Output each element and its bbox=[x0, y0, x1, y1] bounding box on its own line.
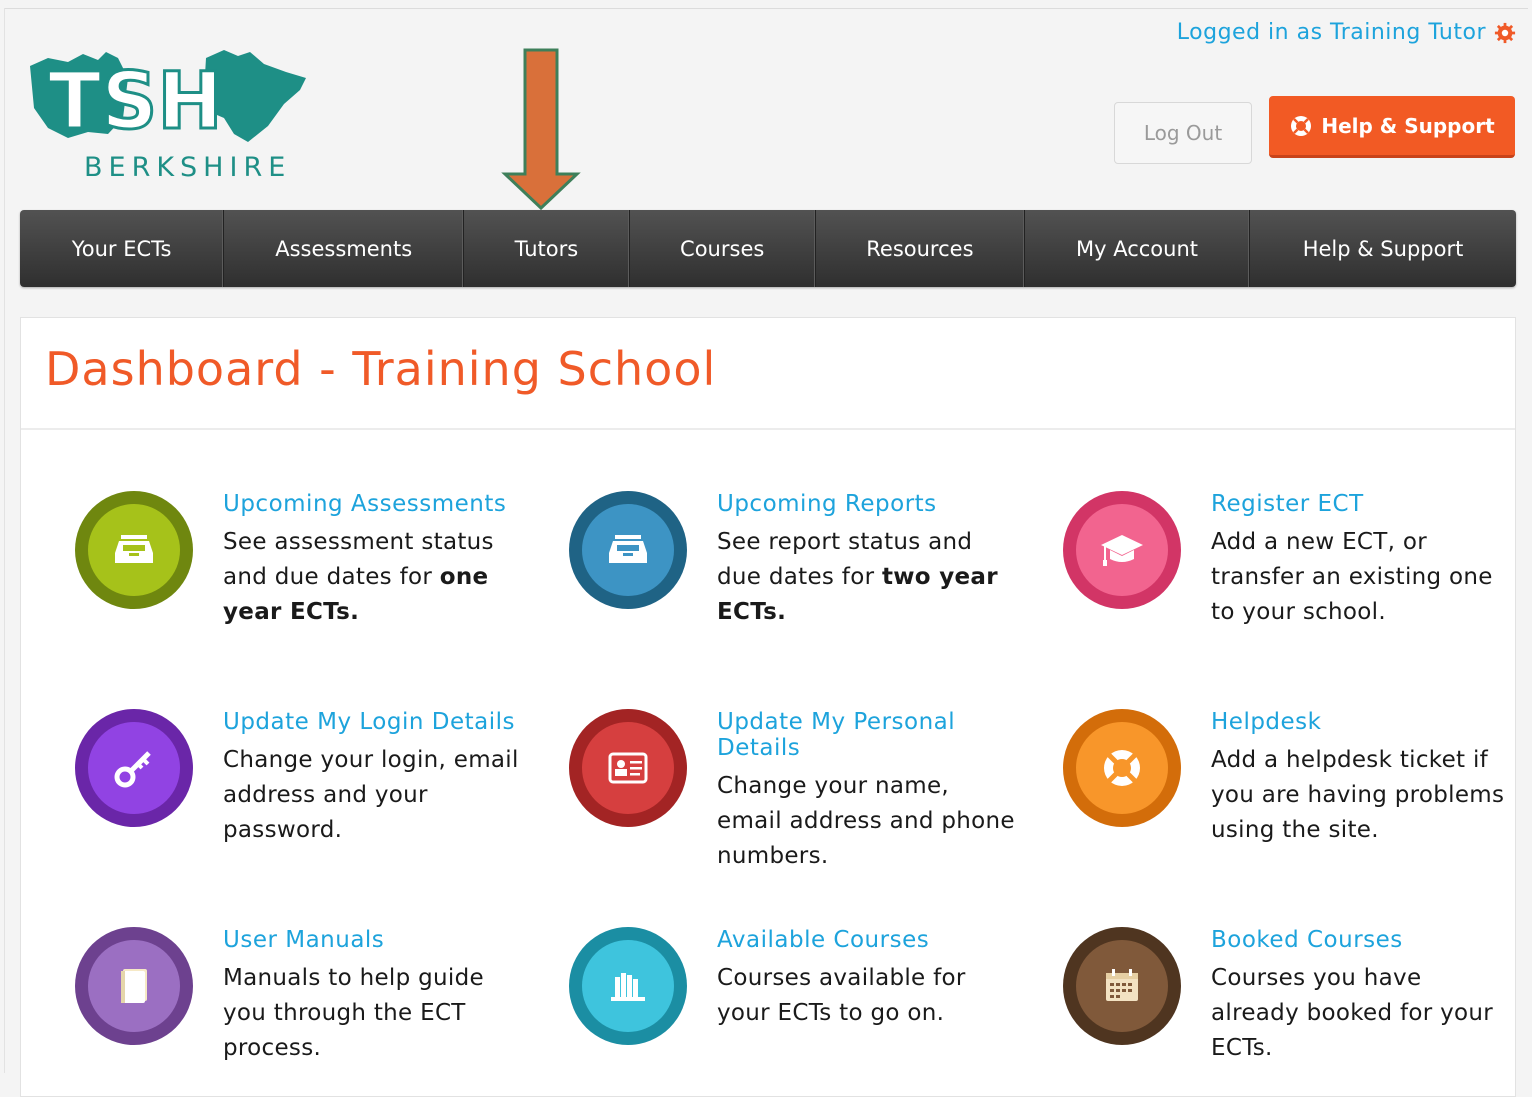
register-ect-icon-button[interactable] bbox=[1063, 491, 1181, 609]
booked-courses-icon-button[interactable] bbox=[1063, 927, 1181, 1045]
logo-mark-icon: TSH bbox=[30, 50, 306, 149]
upcoming-assessments-icon-button[interactable] bbox=[75, 491, 193, 609]
tile-description: See report status and due dates for two … bbox=[717, 529, 998, 625]
logo-letters: TSH bbox=[48, 57, 223, 147]
tile-title[interactable]: Booked Courses bbox=[1211, 927, 1511, 953]
helpdesk-icon-button[interactable] bbox=[1063, 709, 1181, 827]
nav-item-your-ects[interactable]: Your ECTs bbox=[20, 210, 225, 287]
page-title: Dashboard - Training School bbox=[45, 342, 717, 396]
nav-item-tutors[interactable]: Tutors bbox=[464, 210, 630, 287]
upcoming-reports-icon-button[interactable] bbox=[569, 491, 687, 609]
main-nav: Your ECTs Assessments Tutors Courses Res… bbox=[20, 210, 1516, 287]
nav-item-courses[interactable]: Courses bbox=[630, 210, 816, 287]
tile-description: Courses available for your ECTs to go on… bbox=[717, 965, 966, 1026]
id-card-icon bbox=[608, 752, 648, 784]
book-icon bbox=[121, 969, 147, 1003]
tile-description: Change your name, email address and phon… bbox=[717, 773, 1015, 869]
left-border bbox=[4, 8, 5, 1073]
tile-description: Courses you have already booked for your… bbox=[1211, 965, 1494, 1061]
help-support-label: Help & Support bbox=[1321, 113, 1495, 138]
logo-subtitle: BERKSHIRE bbox=[84, 152, 292, 183]
tile-description: Manuals to help guide you through the EC… bbox=[223, 965, 484, 1061]
logged-in-link[interactable]: Logged in as Training Tutor bbox=[1177, 20, 1516, 45]
graduation-cap-icon bbox=[1101, 535, 1143, 566]
available-courses-icon-button[interactable] bbox=[569, 927, 687, 1045]
top-border bbox=[4, 8, 1528, 9]
nav-item-assessments[interactable]: Assessments bbox=[224, 210, 465, 287]
tile-title[interactable]: Helpdesk bbox=[1211, 709, 1511, 735]
gear-icon bbox=[1494, 22, 1516, 43]
calendar-icon bbox=[1106, 969, 1138, 1001]
books-shelf-icon bbox=[611, 973, 645, 1001]
tile-description: Add a helpdesk ticket if you are having … bbox=[1211, 747, 1505, 843]
logout-button[interactable]: Log Out bbox=[1114, 102, 1252, 164]
nav-item-help-support[interactable]: Help & Support bbox=[1250, 210, 1516, 287]
tile-title[interactable]: Register ECT bbox=[1211, 491, 1511, 517]
nav-item-resources[interactable]: Resources bbox=[816, 210, 1025, 287]
tile-title[interactable]: Update My Login Details bbox=[223, 709, 523, 735]
nav-item-my-account[interactable]: My Account bbox=[1025, 210, 1251, 287]
tile-description: Add a new ECT, or transfer an existing o… bbox=[1211, 529, 1493, 625]
inbox-tray-icon bbox=[115, 535, 153, 563]
lifebuoy-icon bbox=[1291, 115, 1312, 136]
tile-description: Change your login, email address and you… bbox=[223, 747, 519, 843]
tile-description: See assessment status and due dates for … bbox=[223, 529, 494, 625]
update-personal-icon-button[interactable] bbox=[569, 709, 687, 827]
tile-title[interactable]: User Manuals bbox=[223, 927, 523, 953]
tile-title[interactable]: Upcoming Reports bbox=[717, 491, 1017, 517]
help-support-button[interactable]: Help & Support bbox=[1269, 96, 1515, 158]
key-icon bbox=[114, 751, 151, 788]
tsh-berkshire-logo[interactable]: TSH BERKSHIRE bbox=[28, 48, 318, 188]
logged-in-text: Logged in as Training Tutor bbox=[1176, 20, 1486, 45]
tile-title[interactable]: Update My Personal Details bbox=[717, 709, 1017, 761]
title-divider bbox=[21, 428, 1515, 430]
inbox-tray-icon bbox=[609, 535, 647, 563]
update-login-icon-button[interactable] bbox=[75, 709, 193, 827]
user-manuals-icon-button[interactable] bbox=[75, 927, 193, 1045]
tile-title[interactable]: Available Courses bbox=[717, 927, 1017, 953]
annotation-down-arrow-icon bbox=[501, 48, 581, 211]
lifebuoy-icon bbox=[1104, 750, 1140, 786]
tile-title[interactable]: Upcoming Assessments bbox=[223, 491, 523, 517]
